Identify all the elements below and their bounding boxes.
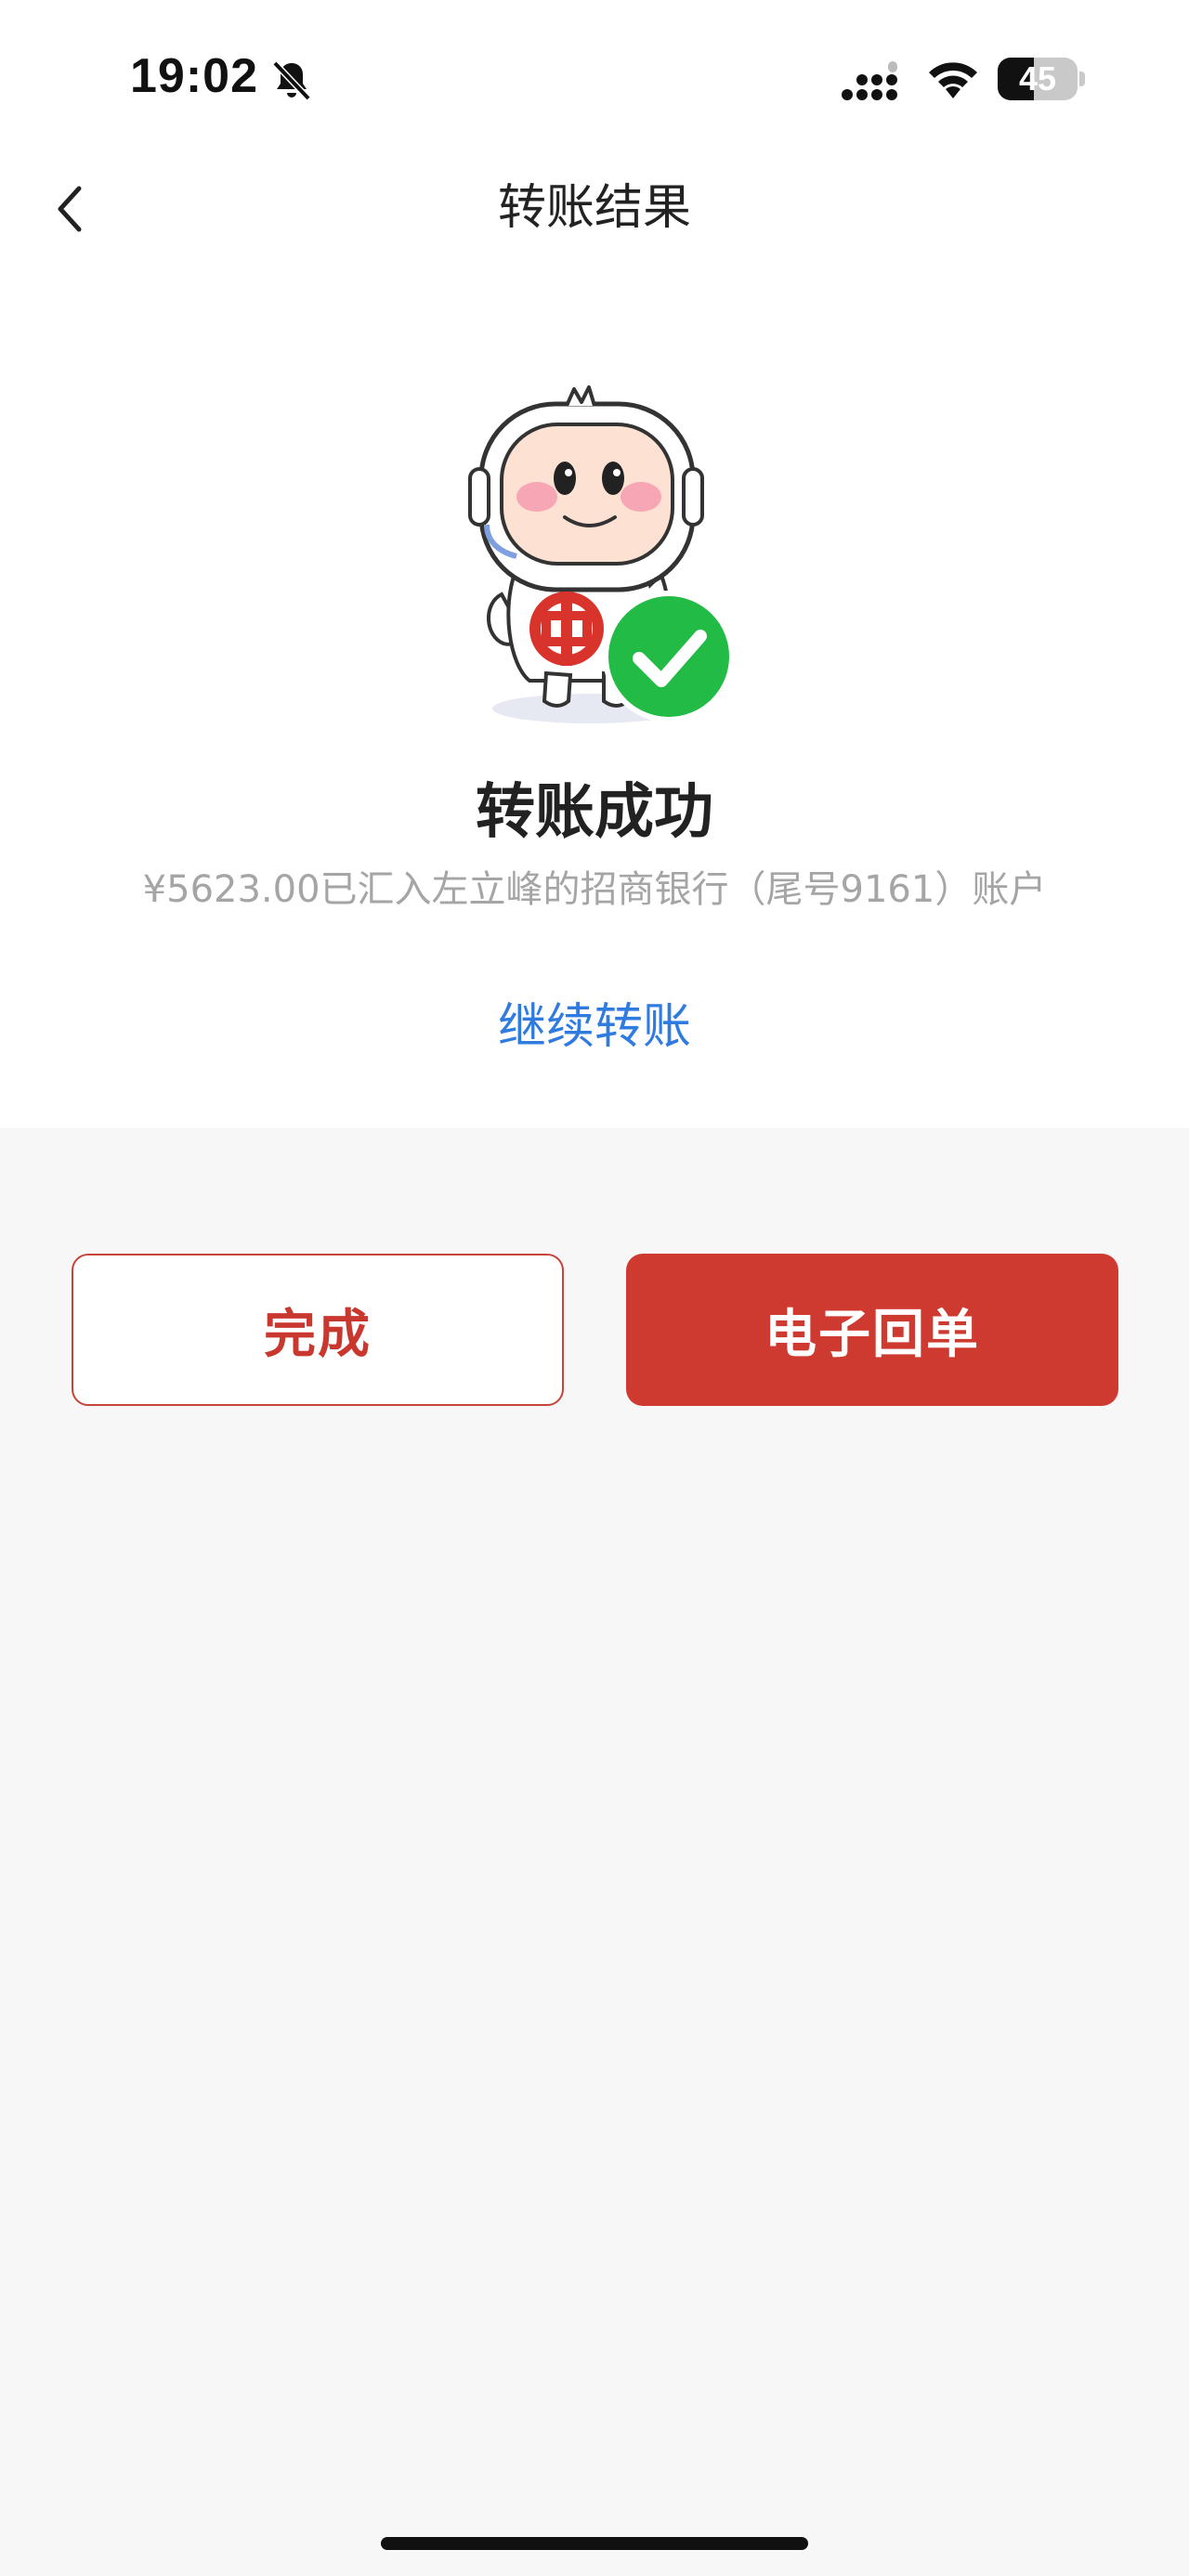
continue-transfer-link[interactable]: 继续转账: [455, 992, 734, 1062]
done-button[interactable]: 完成: [72, 1254, 564, 1406]
e-receipt-button[interactable]: 电子回单: [626, 1254, 1118, 1406]
wifi-icon: [929, 62, 977, 98]
home-indicator[interactable]: [381, 2537, 808, 2550]
battery-icon: 45: [998, 58, 1085, 100]
success-title: 转账成功: [476, 778, 713, 847]
status-time: 19:02: [130, 49, 258, 103]
bank-mascot-success-illustration: [468, 385, 735, 723]
battery-level: 45: [1018, 59, 1057, 98]
page-title: 转账结果: [497, 180, 691, 236]
transfer-description: ¥5623.00已汇入左立峰的招商银行（尾号9161）账户: [142, 868, 1047, 911]
bell-muted-icon: [272, 60, 311, 101]
cellular-signal-icon: [842, 61, 897, 100]
